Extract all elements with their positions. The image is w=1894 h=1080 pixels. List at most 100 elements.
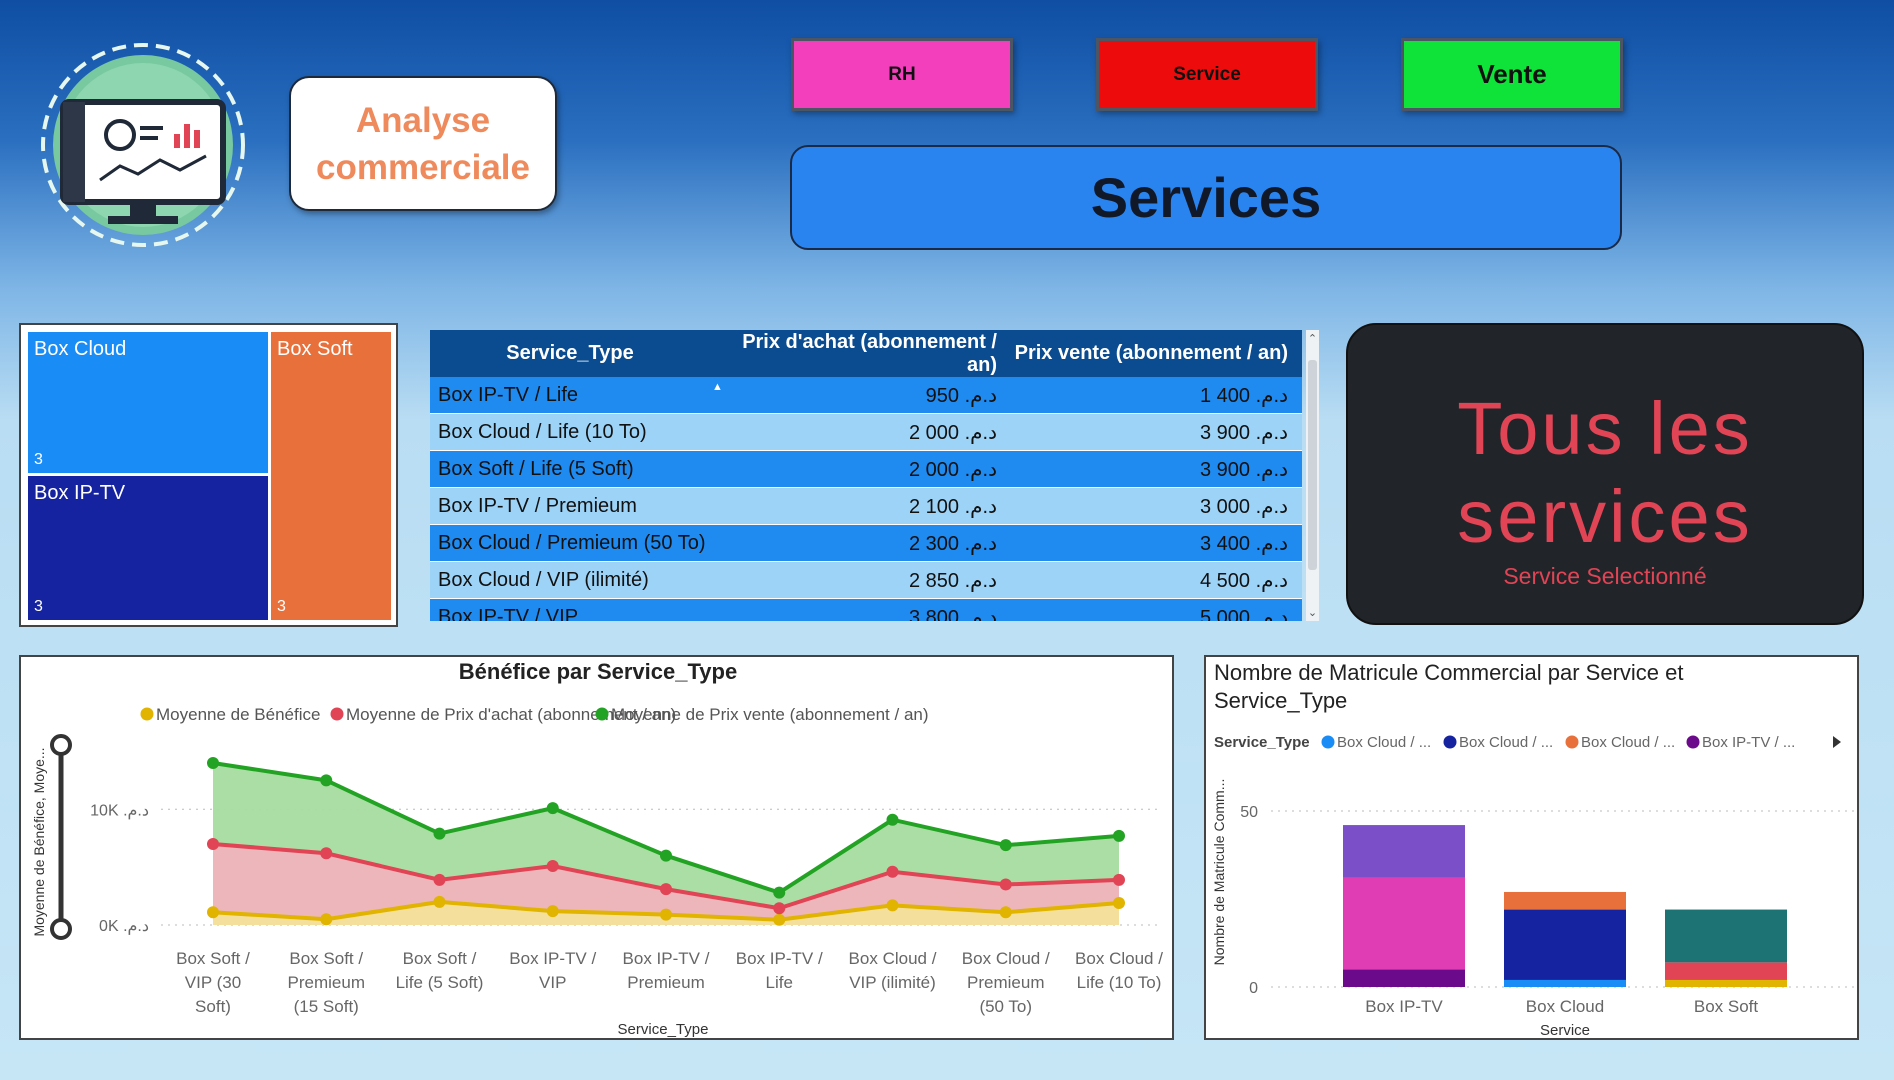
x-tick-label: Box Cloud /	[849, 949, 937, 968]
cell-prix-achat: 2 000 .د.م	[908, 458, 997, 481]
table-row[interactable]: Box IP-TV / Life 950 .د.م 1 400 .د.م	[430, 377, 1302, 414]
legend-label: Box Cloud / ...	[1581, 734, 1675, 751]
scrollbar-thumb[interactable]	[1308, 360, 1317, 570]
data-point	[886, 813, 899, 826]
col-header-prix-vente[interactable]: Prix vente (abonnement / an)	[1005, 342, 1296, 365]
data-point	[320, 774, 333, 787]
table-row[interactable]: Box Cloud / VIP (ilimité) 2 850 .د.م 4 5…	[430, 562, 1302, 599]
legend-marker	[140, 707, 154, 721]
cell-prix-achat: 950 .د.م	[925, 384, 997, 407]
data-point	[207, 906, 219, 919]
x-tick-label: Life (10 To)	[1077, 973, 1162, 992]
treemap-tile-box-cloud[interactable]: Box Cloud 3	[28, 332, 268, 473]
data-point	[320, 913, 333, 926]
x-tick-label: Soft)	[195, 997, 231, 1016]
legend-label: Box Cloud / ...	[1459, 734, 1553, 751]
bar-segment	[1665, 909, 1787, 963]
benefice-area-chart: Bénéfice par Service_Type Moyenne de Béné…	[19, 655, 1174, 1040]
legend-marker	[330, 707, 344, 721]
bar-segment	[1504, 909, 1626, 980]
legend-marker	[1321, 735, 1335, 749]
x-tick-label: Box IP-TV	[1365, 997, 1443, 1016]
sort-ascending-icon: ▲	[712, 380, 723, 393]
nav-button-rh[interactable]: RH	[791, 38, 1013, 111]
data-point	[773, 902, 786, 915]
tile-count: 3	[34, 451, 43, 468]
legend-marker	[1565, 735, 1579, 749]
table-row[interactable]: Box Cloud / Premieum (50 To) 2 300 .د.م …	[430, 525, 1302, 562]
y-axis-title: Moyenne de Bénéfice, Moye...	[31, 747, 47, 936]
data-point	[433, 895, 446, 908]
table-row[interactable]: Box IP-TV / Premieum 2 100 .د.م 3 000 .د…	[430, 488, 1302, 525]
cell-prix-achat: 2 100 .د.م	[908, 495, 997, 518]
treemap-tile-box-iptv[interactable]: Box IP-TV 3	[28, 476, 268, 620]
app-title-line2: commerciale	[315, 147, 531, 187]
data-point	[433, 827, 446, 840]
service-treemap: Box Cloud 3 Box Soft 3 Box IP-TV 3	[19, 323, 398, 627]
tile-label: Box Soft	[277, 338, 353, 360]
chart-title: Bénéfice par Service_Type	[459, 659, 737, 684]
legend-title: Service_Type	[1214, 734, 1310, 751]
x-axis-title: Service	[1540, 1022, 1590, 1039]
col-header-prix-achat-label: Prix d'achat (abonnement / an)	[742, 330, 997, 376]
x-tick-label: Box Cloud /	[1075, 949, 1163, 968]
col-header-prix-achat[interactable]: Prix d'achat (abonnement / an) ▲	[710, 330, 1005, 393]
cell-service-type: Box Cloud / Premieum (50 To)	[438, 531, 706, 554]
col-header-service-type[interactable]: Service_Type	[430, 342, 710, 365]
computer-dashboard-icon	[41, 43, 245, 247]
cell-prix-vente: 3 000 .د.م	[1199, 495, 1288, 518]
bar-segment	[1343, 877, 1465, 970]
data-point	[433, 873, 446, 886]
slider-handle	[50, 918, 72, 940]
data-point	[660, 883, 672, 896]
selected-service-card: Tous les services Service Selectionné	[1346, 323, 1864, 625]
x-tick-label: Box IP-TV /	[509, 949, 596, 968]
y-tick-label: 50	[1240, 804, 1258, 821]
data-point	[999, 839, 1012, 852]
nav-button-service[interactable]: Service	[1096, 38, 1318, 111]
cell-service-type: Box Cloud / VIP (ilimité)	[438, 568, 649, 591]
cell-service-type: Box Soft / Life (5 Soft)	[438, 457, 634, 480]
table-row[interactable]: Box IP-TV / VIP 3 800 .د.م 5 000 .د.م	[430, 599, 1302, 621]
treemap-tile-box-soft[interactable]: Box Soft 3	[271, 332, 391, 620]
data-point	[660, 849, 672, 862]
cell-prix-vente: 3 900 .د.م	[1199, 421, 1288, 444]
logo	[38, 40, 248, 250]
scroll-down-icon[interactable]: ⌄	[1306, 606, 1319, 619]
table-scrollbar[interactable]: ⌃ ⌄	[1306, 330, 1319, 621]
data-point	[773, 913, 786, 926]
cell-prix-achat: 2 850 .د.م	[908, 569, 997, 592]
x-tick-label: Life (5 Soft)	[396, 973, 484, 992]
tile-count: 3	[34, 598, 43, 615]
nav-button-vente[interactable]: Vente	[1401, 38, 1623, 111]
legend-label: Box IP-TV / ...	[1702, 734, 1795, 751]
cell-prix-vente: 4 500 .د.م	[1199, 569, 1288, 592]
table-row[interactable]: Box Soft / Life (5 Soft) 2 000 .د.م 3 90…	[430, 451, 1302, 488]
tile-label: Box IP-TV	[34, 482, 126, 504]
data-point	[207, 757, 219, 769]
x-tick-label: Box Cloud	[1526, 997, 1604, 1016]
data-point	[207, 838, 219, 850]
x-tick-label: Box Soft /	[403, 949, 477, 968]
table-row[interactable]: Box Cloud / Life (10 To) 2 000 .د.م 3 90…	[430, 414, 1302, 451]
x-tick-label: Box Cloud /	[962, 949, 1050, 968]
data-point	[999, 878, 1012, 891]
data-point	[886, 865, 899, 878]
selected-service-line2: services	[1457, 475, 1753, 558]
selected-service-caption: Service Selectionné	[1503, 563, 1707, 589]
legend-marker	[1443, 735, 1457, 749]
y-tick-label: 10K .د.م	[90, 802, 149, 819]
x-tick-label: VIP (30	[185, 973, 241, 992]
bar-segment	[1343, 969, 1465, 987]
data-point	[1113, 897, 1125, 910]
cell-service-type: Box IP-TV / Premieum	[438, 494, 637, 517]
app-title-line1: Analyse	[355, 100, 491, 140]
cell-service-type: Box IP-TV / VIP	[438, 605, 579, 622]
cell-prix-achat: 2 300 .د.م	[908, 532, 997, 555]
scroll-up-icon[interactable]: ⌃	[1306, 332, 1319, 345]
bar-segment	[1665, 962, 1787, 980]
y-tick-label: 0K .د.م	[99, 918, 149, 935]
bar-segment	[1504, 891, 1626, 910]
bar-chart-canvas: Nombre de Matricule Commercial par Servi…	[1211, 660, 1854, 1039]
legend-marker	[1686, 735, 1700, 749]
